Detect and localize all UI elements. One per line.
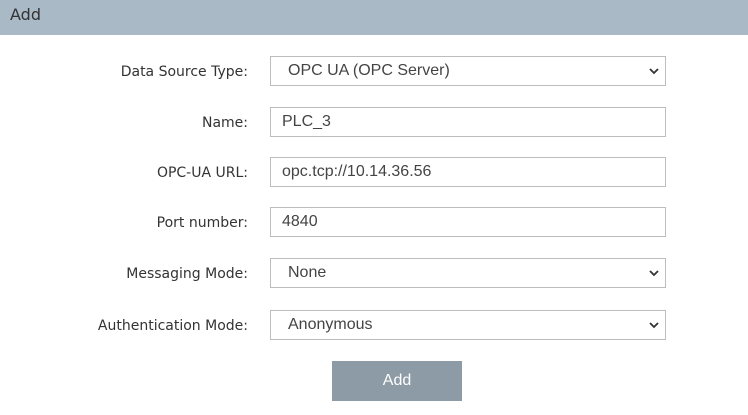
- authentication-mode-row: Authentication Mode: Anonymous: [0, 310, 748, 342]
- opcua-url-label: OPC-UA URL:: [156, 165, 248, 181]
- chevron-down-icon: [649, 68, 659, 75]
- messaging-mode-label: Messaging Mode:: [126, 266, 248, 282]
- port-number-label: Port number:: [156, 215, 248, 231]
- add-button[interactable]: Add: [332, 361, 462, 401]
- opcua-url-row: OPC-UA URL:: [0, 157, 748, 189]
- authentication-mode-value: Anonymous: [288, 316, 373, 333]
- messaging-mode-value: None: [288, 264, 327, 281]
- name-input[interactable]: [270, 107, 666, 137]
- port-number-row: Port number:: [0, 207, 748, 239]
- opcua-url-input[interactable]: [270, 157, 666, 187]
- messaging-mode-select[interactable]: None: [270, 258, 666, 288]
- chevron-down-icon: [649, 270, 659, 277]
- chevron-down-icon: [649, 322, 659, 329]
- data-source-type-label: Data Source Type:: [120, 64, 248, 80]
- authentication-mode-label: Authentication Mode:: [97, 318, 248, 334]
- data-source-type-row: Data Source Type: OPC UA (OPC Server): [0, 56, 748, 88]
- name-label: Name:: [201, 115, 248, 131]
- authentication-mode-select[interactable]: Anonymous: [270, 310, 666, 340]
- dialog-title: Add: [10, 5, 41, 24]
- messaging-mode-row: Messaging Mode: None: [0, 258, 748, 290]
- data-source-type-value: OPC UA (OPC Server): [288, 62, 450, 79]
- data-source-type-select[interactable]: OPC UA (OPC Server): [270, 56, 666, 86]
- dialog-title-bar: Add: [0, 0, 748, 35]
- name-row: Name:: [0, 107, 748, 139]
- port-number-input[interactable]: [270, 207, 666, 237]
